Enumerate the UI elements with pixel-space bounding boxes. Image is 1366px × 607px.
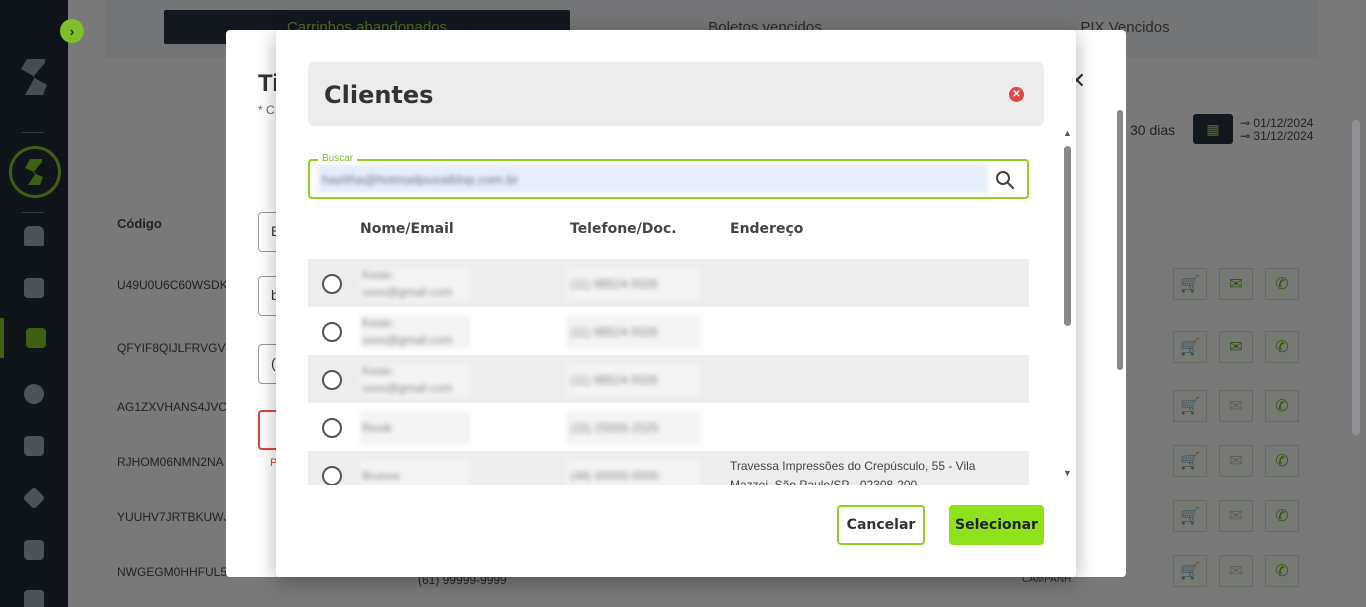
client-email-text: sxxx@gmail.com [362, 285, 453, 299]
campaign-modal-scrollbar[interactable] [1116, 100, 1124, 420]
client-phone: (11) 98524-0026 [566, 315, 701, 349]
select-radio[interactable] [322, 370, 342, 390]
close-icon[interactable]: ✕ [1009, 87, 1024, 102]
clients-modal: Clientes ✕ Buscar Nome/Email Telefone/Do… [276, 30, 1076, 577]
campaign-modal-note: * C [258, 103, 275, 117]
client-name: Rexik [360, 411, 470, 445]
client-name: Kesio sxxx@gmail.com [360, 315, 470, 349]
list-item[interactable]: Kesio sxxx@gmail.com (11) 98524-0026 [308, 259, 1029, 307]
list-item[interactable]: Brunos (48) 00000-0000 Travessa Impressõ… [308, 451, 1029, 485]
page-scrollbar[interactable] [1352, 120, 1360, 435]
client-phone: (48) 00000-0000 [566, 459, 701, 485]
column-header-phone: Telefone/Doc. [570, 221, 677, 237]
client-name-text: Kesio [362, 364, 393, 378]
client-phone: (11) 98524-0026 [566, 363, 701, 397]
sidebar-toggle-button[interactable]: › [60, 19, 84, 43]
select-radio[interactable] [322, 466, 342, 485]
client-name: Kesio sxxx@gmail.com [360, 267, 470, 301]
client-email-text: sxxx@gmail.com [362, 333, 453, 347]
search-field: Buscar [308, 153, 1029, 199]
column-header-address: Endereço [730, 221, 804, 237]
search-icon[interactable] [995, 170, 1015, 190]
cancel-button[interactable]: Cancelar [837, 505, 925, 545]
column-header-name: Nome/Email [360, 221, 454, 237]
list-item[interactable]: Rexik (15) 25555-2025 [308, 403, 1029, 451]
scroll-up-icon[interactable]: ▲ [1063, 128, 1072, 138]
client-phone: (15) 25555-2025 [566, 411, 701, 445]
select-radio[interactable] [322, 322, 342, 342]
select-button[interactable]: Selecionar [949, 505, 1044, 545]
modal-title: Clientes [324, 81, 434, 109]
clients-list: Kesio sxxx@gmail.com (11) 98524-0026 Kesi… [308, 259, 1029, 485]
client-name-text: Kesio [362, 316, 393, 330]
client-phone: (11) 98524-0026 [566, 267, 701, 301]
clients-list-scrollbar[interactable]: ▲ ▼ [1063, 128, 1073, 480]
clients-modal-header: Clientes ✕ [308, 62, 1044, 126]
list-item[interactable]: Kesio sxxx@gmail.com (11) 98524-0026 [308, 307, 1029, 355]
scrollbar-thumb[interactable] [1117, 110, 1123, 370]
scrollbar-thumb[interactable] [1064, 146, 1071, 326]
scroll-down-icon[interactable]: ▼ [1063, 468, 1072, 478]
client-name: Brunos [360, 459, 470, 485]
client-email-text: sxxx@gmail.com [362, 381, 453, 395]
client-name-text: Rexik [362, 421, 393, 435]
client-address: Travessa Impressões do Crepúsculo, 55 - … [730, 459, 976, 485]
client-name-text: Kesio [362, 268, 393, 282]
client-name-text: Brunos [362, 469, 401, 483]
list-item[interactable]: Kesio sxxx@gmail.com (11) 98524-0026 [308, 355, 1029, 403]
search-input[interactable] [318, 165, 988, 193]
client-name: Kesio sxxx@gmail.com [360, 363, 470, 397]
search-label: Buscar [318, 153, 358, 164]
select-radio[interactable] [322, 418, 342, 438]
select-radio[interactable] [322, 274, 342, 294]
